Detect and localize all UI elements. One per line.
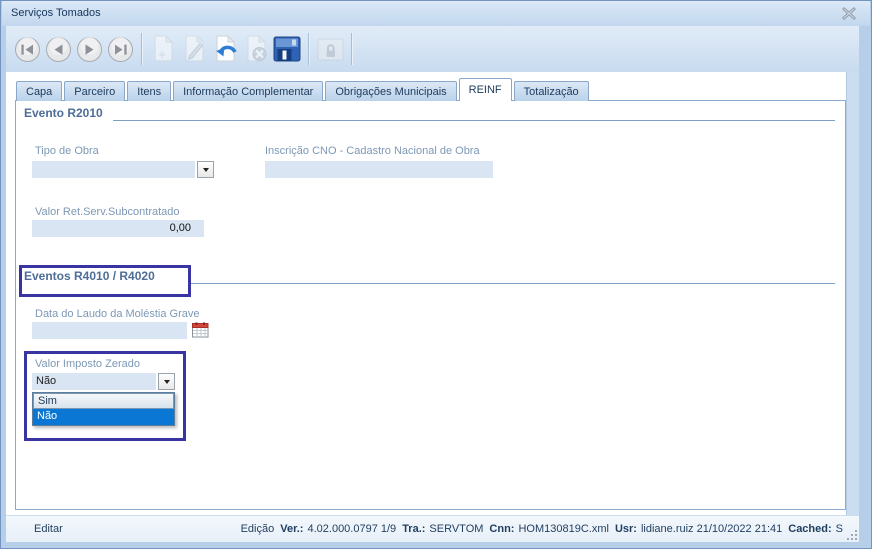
first-record-button[interactable] — [12, 32, 42, 66]
window-titlebar[interactable]: Serviços Tomados — [2, 1, 870, 26]
dropdown-option-nao[interactable]: Não — [33, 409, 174, 425]
chevron-down-icon — [202, 167, 209, 172]
status-ver-key: Ver.: — [280, 523, 304, 535]
tipo-de-obra-label: Tipo de Obra — [35, 145, 99, 157]
edit-document-icon — [185, 35, 204, 62]
cancel-button — [241, 32, 271, 66]
window-title: Serviços Tomados — [11, 7, 101, 19]
tab-reinf[interactable]: REINF — [458, 78, 512, 101]
new-button — [148, 32, 178, 66]
toolbar-separator — [141, 33, 143, 65]
inscricao-cno-label: Inscrição CNO - Cadastro Nacional de Obr… — [265, 145, 480, 157]
valor-imposto-dropdown-list: Sim Não — [32, 392, 175, 426]
tab-informacao-complementar[interactable]: Informação Complementar — [173, 81, 324, 101]
next-record-button[interactable] — [74, 32, 104, 66]
status-usr-value: lidiane.ruiz 21/10/2022 21:41 — [640, 523, 783, 535]
status-tra-key: Tra.: — [402, 523, 426, 535]
status-cached-value: S — [835, 523, 843, 535]
valor-imposto-zerado-label: Valor Imposto Zerado — [35, 358, 140, 370]
cancel-icon — [247, 35, 266, 62]
section-rule — [113, 120, 835, 121]
inscricao-cno-field[interactable] — [265, 161, 493, 178]
edit-button — [179, 32, 209, 66]
chevron-down-icon — [163, 379, 170, 384]
status-cnn-value: HOM130819C.xml — [518, 523, 609, 535]
status-cnn-key: Cnn: — [489, 523, 515, 535]
status-mode: Editar — [34, 523, 63, 535]
window-client-area: Capa Parceiro Itens Informação Complemen… — [6, 26, 859, 542]
next-record-icon — [76, 36, 102, 62]
section-header-evento-r2010: Evento R2010 — [24, 106, 103, 120]
status-edition: Edição — [240, 523, 275, 535]
undo-icon — [215, 35, 237, 62]
resize-grip[interactable] — [845, 528, 857, 540]
calendar-icon[interactable] — [192, 322, 209, 338]
status-info: Edição Ver.: 4.02.000.0797 1/9 Tra.: SERVTOM… — [241, 523, 843, 535]
status-tra-value: SERVTOM — [429, 523, 484, 535]
save-button[interactable] — [272, 32, 302, 66]
tipo-de-obra-combo — [32, 161, 214, 178]
data-laudo-label: Data do Laudo da Moléstia Grave — [35, 308, 200, 320]
toolbar-separator — [351, 33, 353, 65]
first-record-icon — [14, 36, 40, 62]
save-icon — [273, 36, 301, 62]
tipo-de-obra-field[interactable] — [32, 161, 195, 178]
valor-imposto-dropdown-button[interactable] — [158, 373, 175, 390]
last-record-button[interactable] — [105, 32, 135, 66]
tab-strip: Capa Parceiro Itens Informação Complemen… — [16, 78, 591, 101]
previous-record-button[interactable] — [43, 32, 73, 66]
status-cached-key: Cached: — [788, 523, 832, 535]
dropdown-option-sim[interactable]: Sim — [33, 393, 174, 409]
reinf-tab-panel: Evento R2010 Tipo de Obra Inscrição CNO … — [15, 100, 846, 510]
toolbar — [6, 26, 859, 72]
valor-imposto-zerado-combo: Não — [32, 373, 175, 390]
tab-parceiro[interactable]: Parceiro — [64, 81, 126, 101]
valor-imposto-zerado-field[interactable]: Não — [32, 373, 156, 390]
servicos-tomados-window: Serviços Tomados Capa Parceiro Itens Inf… — [0, 0, 872, 549]
previous-record-icon — [45, 36, 71, 62]
toolbar-separator — [308, 33, 310, 65]
tab-itens[interactable]: Itens — [127, 81, 172, 101]
valor-ret-serv-field[interactable]: 0,00 — [32, 220, 204, 237]
lock-button — [315, 32, 345, 66]
data-laudo-field[interactable] — [32, 322, 187, 339]
tipo-de-obra-dropdown-button[interactable] — [197, 161, 214, 178]
last-record-icon — [107, 36, 133, 62]
close-icon[interactable] — [842, 7, 856, 20]
section-rule — [190, 283, 835, 284]
tab-totalizacao[interactable]: Totalização — [513, 81, 589, 101]
status-bar: Editar Edição Ver.: 4.02.000.0797 1/9 Tra.:… — [6, 515, 859, 542]
status-usr-key: Usr: — [614, 523, 637, 535]
vertical-scrollbar-track[interactable] — [846, 72, 859, 516]
new-document-icon — [154, 35, 173, 62]
status-ver-value: 4.02.000.0797 1/9 — [307, 523, 397, 535]
tab-obrigacoes-municipais[interactable]: Obrigações Municipais — [325, 81, 457, 101]
lock-icon — [317, 38, 343, 60]
valor-ret-serv-label: Valor Ret.Serv.Subcontratado — [35, 206, 180, 218]
section-header-eventos-r4010-r4020: Eventos R4010 / R4020 — [24, 269, 155, 283]
tab-capa[interactable]: Capa — [16, 81, 63, 101]
undo-button[interactable] — [210, 32, 240, 66]
